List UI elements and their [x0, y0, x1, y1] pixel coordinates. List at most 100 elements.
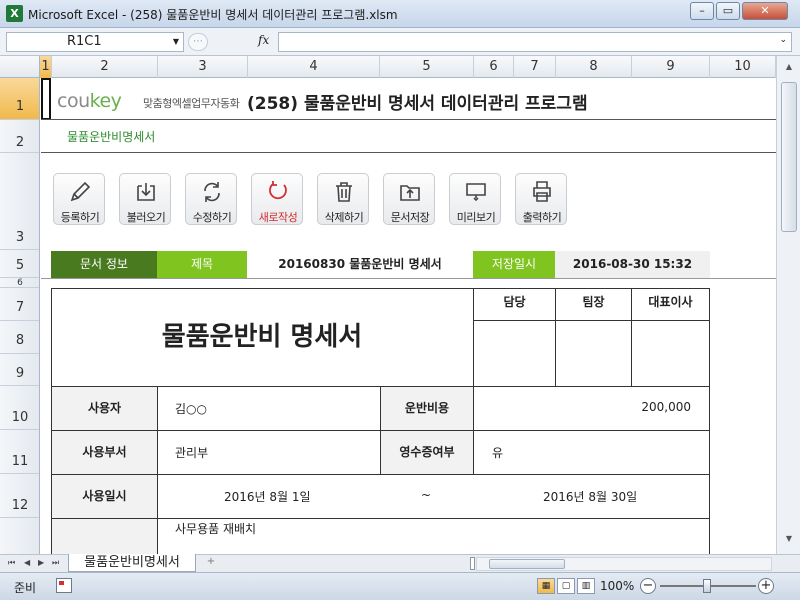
load-button[interactable]: 불러오기	[119, 173, 171, 225]
edit-button[interactable]: 수정하기	[185, 173, 237, 225]
minimize-button[interactable]: –	[690, 2, 714, 20]
ready-status: 준비	[14, 581, 37, 595]
next-sheet-icon[interactable]: ▶	[38, 558, 44, 567]
column-header[interactable]: 1	[40, 56, 52, 78]
status-bar: 준비 ▦ ▢ ▥ 100% − +	[0, 572, 800, 600]
save-document-button[interactable]: 문서저장	[383, 173, 435, 225]
page-layout-view-icon[interactable]: ▢	[557, 578, 575, 594]
restore-button[interactable]: ▭	[716, 2, 740, 20]
table-border	[157, 386, 158, 554]
row-header[interactable]: 5	[0, 250, 39, 278]
delete-button[interactable]: 삭제하기	[317, 173, 369, 225]
horizontal-scroll-thumb[interactable]	[489, 559, 565, 569]
new-icon	[269, 181, 287, 200]
dept-label: 사용부서	[52, 431, 157, 474]
name-box-value: R1C1	[67, 34, 102, 49]
column-header[interactable]: 9	[632, 56, 710, 78]
register-button[interactable]: 등록하기	[53, 173, 105, 225]
refresh-icon	[204, 182, 220, 202]
vertical-scroll-thumb[interactable]	[781, 82, 797, 232]
horizontal-scrollbar[interactable]	[476, 557, 772, 571]
row-header[interactable]: 1	[0, 78, 39, 120]
saved-label: 저장일시	[473, 251, 555, 278]
close-button[interactable]: ✕	[742, 2, 788, 20]
macro-record-icon[interactable]	[56, 578, 72, 593]
dept-value[interactable]: 관리부	[175, 444, 208, 461]
normal-view-icon[interactable]: ▦	[537, 578, 555, 594]
last-sheet-icon[interactable]: ⏭	[52, 558, 59, 568]
receipt-value[interactable]: 유	[492, 444, 503, 461]
title-value[interactable]: 20160830 물품운반비 명세서	[247, 251, 473, 278]
approval-ceo: 대표이사	[648, 295, 693, 309]
date-from[interactable]: 2016년 8월 1일	[224, 488, 311, 505]
title-divider	[41, 119, 776, 120]
column-header[interactable]: 8	[556, 56, 632, 78]
insert-function-button[interactable]: fx	[258, 33, 269, 47]
column-header[interactable]: 2	[52, 56, 158, 78]
column-header[interactable]: 10	[710, 56, 776, 78]
button-label: 등록하기	[60, 211, 100, 224]
cost-label: 운반비용	[381, 387, 473, 430]
row-headers: 1 2 3 5 6 7 8 9 10 11 12	[0, 78, 40, 554]
scroll-up-icon[interactable]: ▲	[781, 62, 797, 76]
date-to[interactable]: 2016년 8월 30일	[543, 488, 637, 505]
active-cell[interactable]	[41, 78, 51, 120]
row-header[interactable]: 2	[0, 120, 39, 153]
zoom-out-button[interactable]: −	[640, 578, 656, 594]
button-label: 출력하기	[522, 211, 562, 224]
formula-tools: ⋯ fx	[188, 32, 276, 52]
table-border	[473, 320, 710, 321]
column-header[interactable]: 7	[514, 56, 556, 78]
logo-main-text: cou	[57, 90, 90, 112]
tab-split-handle[interactable]	[470, 557, 475, 570]
date-label: 사용일시	[52, 475, 157, 518]
formula-input[interactable]: ⌄	[278, 32, 792, 52]
title-label: 제목	[157, 251, 247, 278]
name-box[interactable]: R1C1 ▼	[6, 32, 184, 52]
prev-sheet-icon[interactable]: ◀	[24, 558, 30, 567]
worksheet[interactable]: coukey 맞춤형엑셀업무자동화 (258) 물품운반비 명세서 데이터관리 …	[41, 78, 776, 554]
vertical-scrollbar[interactable]: ▲ ▼	[776, 56, 800, 554]
zoom-in-button[interactable]: +	[758, 578, 774, 594]
preview-button[interactable]: 미리보기	[449, 173, 501, 225]
row-header[interactable]: 10	[0, 386, 39, 430]
saved-value[interactable]: 2016-08-30 15:32	[555, 251, 710, 278]
first-sheet-icon[interactable]: ⏮	[8, 558, 15, 568]
expand-formula-icon[interactable]: ⌄	[779, 35, 787, 45]
chevron-down-icon[interactable]: ▼	[173, 33, 179, 51]
formula-bar: R1C1 ▼ ⋯ fx ⌄	[0, 28, 800, 56]
approval-manager: 팀장	[582, 295, 605, 309]
column-header[interactable]: 3	[158, 56, 248, 78]
row-header[interactable]: 11	[0, 430, 39, 474]
row-header[interactable]: 12	[0, 474, 39, 518]
select-all-corner[interactable]	[0, 56, 40, 78]
column-header[interactable]: 4	[248, 56, 380, 78]
row-header[interactable]: 8	[0, 321, 39, 354]
title-bar: X Microsoft Excel - (258) 물품운반비 명세서 데이터관…	[0, 0, 800, 28]
table-border	[709, 288, 710, 554]
print-button[interactable]: 출력하기	[515, 173, 567, 225]
document-heading: 물품운반비 명세서	[161, 322, 363, 352]
column-header[interactable]: 5	[380, 56, 474, 78]
folder-save-icon	[400, 185, 420, 201]
row-header[interactable]: 3	[0, 153, 39, 250]
purpose-value[interactable]: 사무용품 재배치	[175, 520, 256, 537]
row-header[interactable]: 7	[0, 288, 39, 321]
sheet-subtitle: 물품운반비명세서	[67, 130, 156, 144]
cost-value[interactable]: 200,000	[601, 400, 691, 414]
sheet-tab-active[interactable]: 물품운반비명세서	[68, 554, 196, 572]
doc-info-label: 문서 정보	[51, 251, 157, 278]
scroll-down-icon[interactable]: ▼	[781, 534, 797, 548]
page-break-view-icon[interactable]: ▥	[577, 578, 595, 594]
column-header[interactable]: 6	[474, 56, 514, 78]
zoom-slider-thumb[interactable]	[703, 579, 711, 593]
excel-app-icon[interactable]: X	[6, 5, 23, 22]
cancel-enter-icon[interactable]: ⋯	[188, 33, 208, 51]
new-document-button[interactable]: 새로작성	[251, 173, 303, 225]
row-header[interactable]: 9	[0, 354, 39, 386]
zoom-level[interactable]: 100%	[600, 579, 634, 593]
row-header[interactable]: 6	[0, 278, 39, 288]
user-value[interactable]: 김○○	[175, 400, 207, 417]
button-label: 미리보기	[456, 211, 496, 224]
insert-sheet-icon[interactable]: +	[200, 556, 222, 571]
